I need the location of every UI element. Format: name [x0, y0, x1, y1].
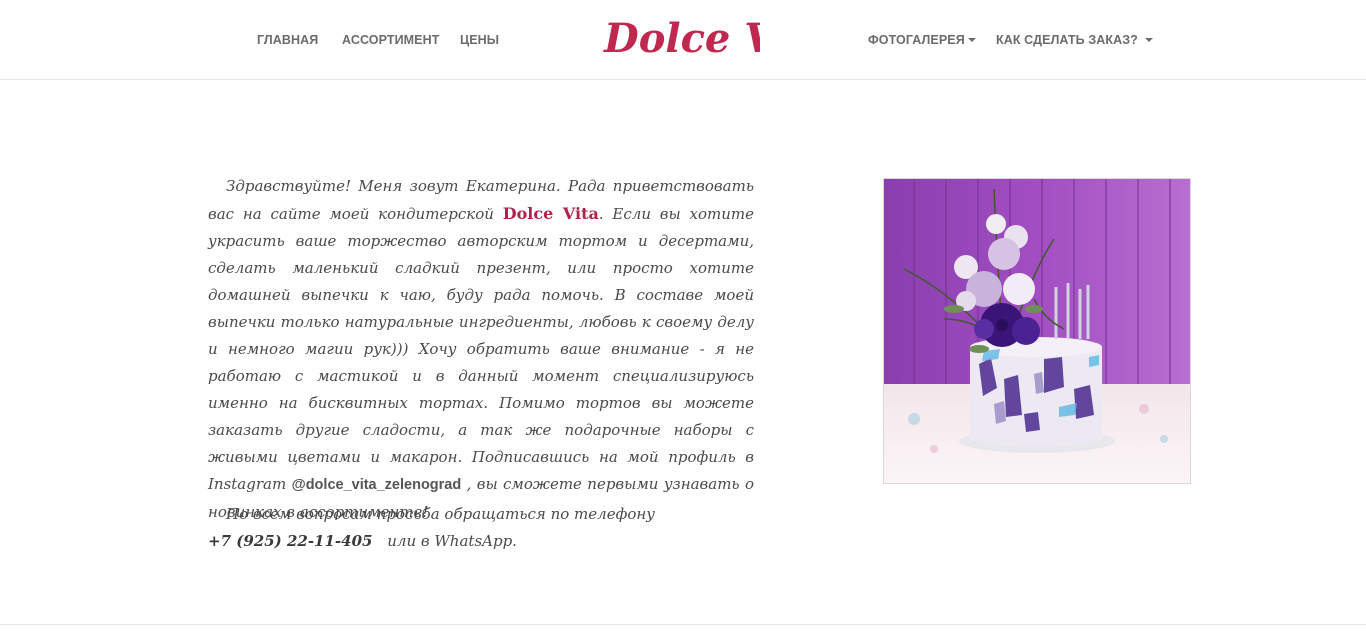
whatsapp-text: или в WhatsApp. [387, 532, 517, 550]
chevron-down-icon [967, 38, 976, 42]
intro-text: Здравствуйте! Меня зовут Екатерина. Рада… [208, 173, 754, 526]
cake-photo [883, 178, 1191, 484]
contact-line: По всем вопросам просьба обращаться по т… [226, 505, 655, 523]
nav-home[interactable]: Главная [257, 33, 318, 47]
instagram-handle[interactable]: @dolce_vita_zelenograd [292, 477, 462, 493]
footer-divider [0, 624, 1366, 625]
logo[interactable]: Dolce Vita [600, 8, 834, 66]
nav-assortment[interactable]: Ассортимент [342, 33, 440, 47]
nav-how-to-order-label: Как сделать заказ? [996, 33, 1138, 47]
contact-phone-line: +7 (925) 22-11-405 или в WhatsApp. [208, 528, 754, 555]
nav-prices[interactable]: Цены [460, 33, 499, 47]
nav-gallery-label: Фотогалерея [868, 33, 965, 47]
nav-how-to-order-dropdown[interactable]: Как сделать заказ? [996, 33, 1153, 47]
logo-text: Dolce Vita [603, 15, 760, 62]
intro-part2: . Если вы хотите украсить ваше торжество… [208, 205, 754, 493]
phone-number[interactable]: +7 (925) 22-11-405 [208, 532, 372, 550]
top-navbar: Главная Ассортимент Цены Dolce Vita Фото… [0, 0, 1366, 80]
contact-block: По всем вопросам просьба обращаться по т… [208, 501, 754, 555]
nav-gallery-dropdown[interactable]: Фотогалерея [868, 33, 976, 47]
chevron-down-icon [1144, 38, 1153, 42]
brand-inline: Dolce Vita [502, 204, 599, 223]
